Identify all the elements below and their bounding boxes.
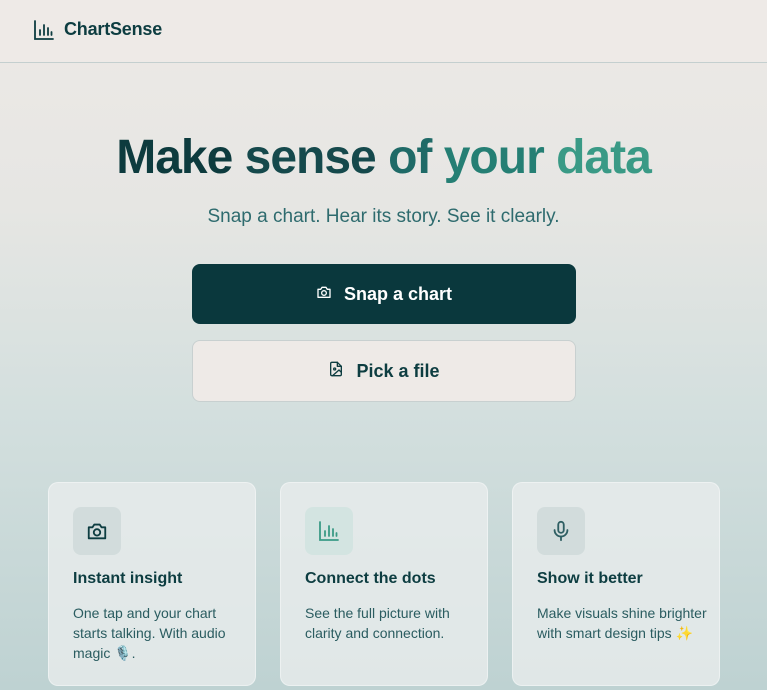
- headline-word: of: [388, 131, 432, 184]
- feature-description: See the full picture with clarity and co…: [305, 605, 450, 641]
- feature-title: Show it better: [537, 570, 643, 587]
- app-header: ChartSense: [0, 0, 767, 63]
- snap-chart-label: Snap a chart: [343, 283, 453, 304]
- feature-description: Make visuals shine brighter with smart d…: [537, 605, 707, 641]
- pick-file-label: Pick a file: [356, 360, 440, 381]
- headline-word: your: [443, 131, 545, 184]
- bar-chart-icon: [305, 507, 353, 555]
- feature-card-connect-the-dots: Connect the dots See the full picture wi…: [280, 482, 488, 686]
- feature-card-instant-insight: Instant insight One tap and your chart s…: [48, 482, 256, 686]
- headline-word: sense: [244, 131, 377, 184]
- hero-headline: Make sense of your data: [0, 128, 767, 188]
- feature-title: Connect the dots: [305, 570, 436, 587]
- snap-chart-button[interactable]: Snap a chart: [192, 264, 576, 324]
- headline-word: Make: [116, 131, 233, 184]
- file-image-icon: [328, 361, 356, 382]
- bar-chart-icon: [33, 19, 55, 41]
- headline-word: data: [556, 131, 652, 184]
- feature-description: One tap and your chart starts talking. W…: [73, 605, 226, 661]
- camera-icon: [73, 507, 121, 555]
- brand-name[interactable]: ChartSense: [64, 19, 162, 40]
- microphone-icon: [537, 507, 585, 555]
- hero-subtitle: Snap a chart. Hear its story. See it cle…: [207, 206, 560, 227]
- feature-card-show-it-better: Show it better Make visuals shine bright…: [512, 482, 720, 686]
- feature-title: Instant insight: [73, 570, 183, 587]
- camera-icon: [316, 284, 344, 305]
- pick-file-button[interactable]: Pick a file: [192, 340, 576, 402]
